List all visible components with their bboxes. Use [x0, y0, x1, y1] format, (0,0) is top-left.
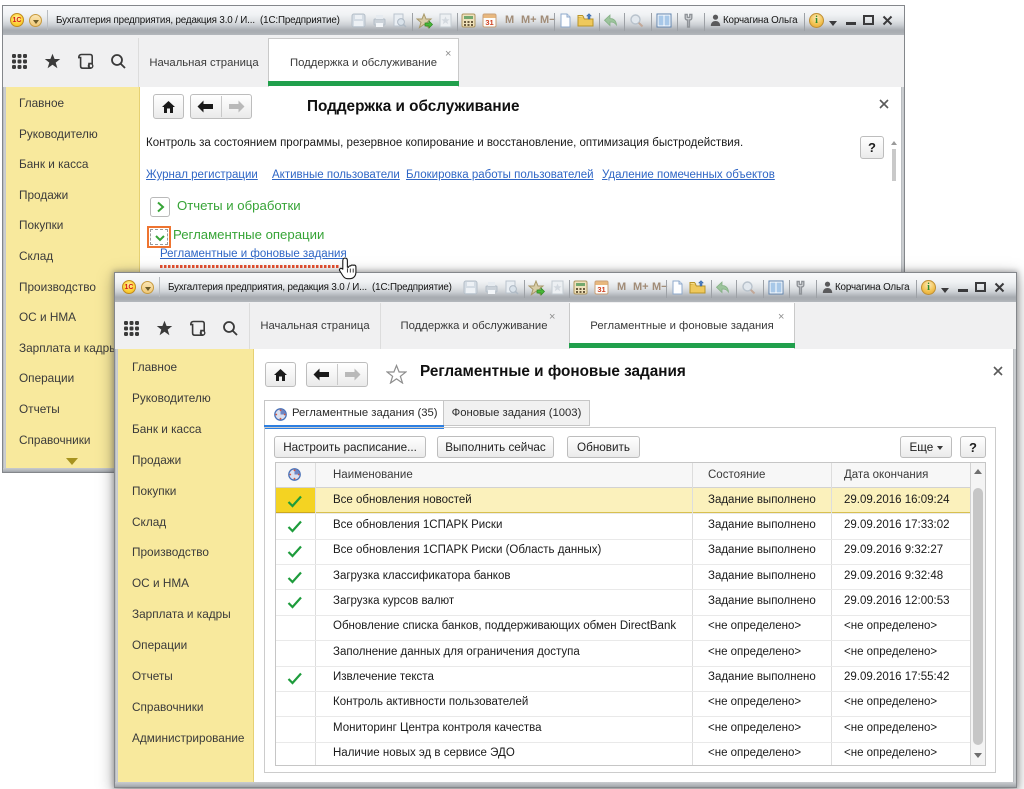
svg-text:31: 31: [485, 18, 493, 27]
svg-text:31: 31: [597, 285, 605, 294]
